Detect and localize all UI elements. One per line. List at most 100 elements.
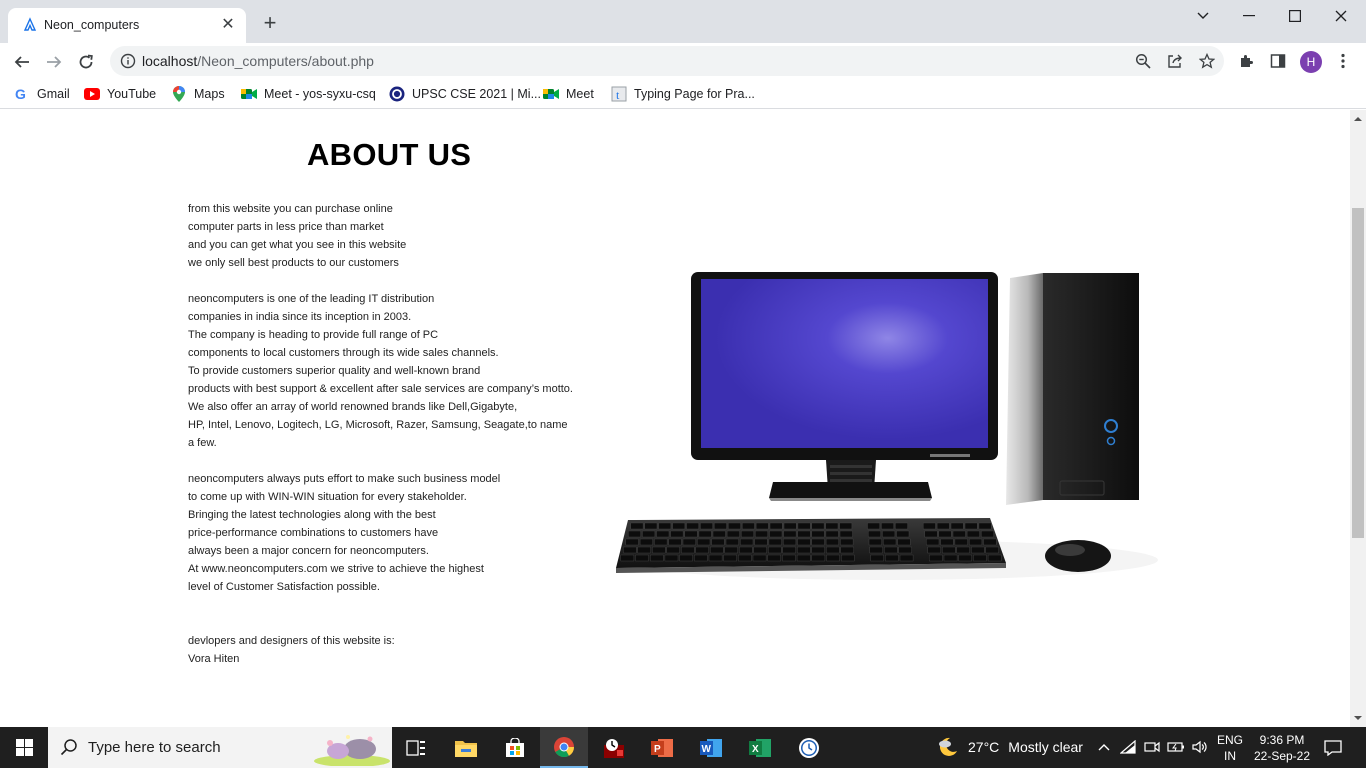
page-scrollbar[interactable] — [1350, 110, 1366, 727]
network-icon[interactable] — [1119, 738, 1137, 756]
start-button[interactable] — [0, 727, 48, 768]
credits-name: Vora Hiten — [188, 653, 240, 665]
svg-text:W: W — [702, 744, 712, 755]
weather-condition: Mostly clear — [1008, 739, 1083, 755]
close-window-button[interactable] — [1318, 0, 1364, 32]
browser-tab[interactable]: Neon_computers ✕ — [8, 8, 246, 43]
app-icon — [604, 738, 624, 758]
meet-icon — [241, 86, 257, 102]
input-language[interactable]: ENG IN — [1216, 732, 1244, 764]
text-line: always been a major concern for neoncomp… — [188, 545, 429, 557]
credits-line: devlopers and designers of this website … — [188, 635, 395, 647]
task-view-button[interactable] — [392, 727, 440, 768]
battery-icon[interactable] — [1167, 738, 1185, 756]
text-line: We also offer an array of world renowned… — [188, 401, 518, 413]
bookmark-upsc[interactable]: UPSC CSE 2021 | Mi... — [389, 85, 541, 103]
volume-icon[interactable] — [1191, 738, 1209, 756]
file-explorer-icon — [455, 740, 477, 757]
address-bar[interactable]: localhost/Neon_computers/about.php — [110, 46, 1224, 76]
svg-text:X: X — [752, 744, 759, 755]
monitor — [691, 272, 998, 501]
word-button[interactable]: W — [687, 727, 735, 768]
task-view-icon — [406, 739, 425, 756]
bookmarks-bar: G Gmail YouTube Maps Meet - yos-syxu-csq… — [0, 79, 1366, 109]
taskbar-search[interactable]: Type here to search — [48, 727, 392, 768]
site-favicon-icon — [23, 17, 37, 31]
region-code: IN — [1224, 749, 1236, 763]
windows-logo-icon — [15, 739, 33, 756]
forward-button[interactable] — [41, 49, 67, 75]
page-viewport: ABOUT US from this website you can purch… — [0, 110, 1350, 727]
url-text[interactable]: localhost/Neon_computers/about.php — [142, 53, 374, 69]
excel-icon: X — [749, 738, 771, 757]
clock-app-button[interactable] — [785, 727, 833, 768]
text-line: and you can get what you see in this web… — [188, 239, 407, 251]
zoom-icon[interactable] — [1134, 52, 1152, 70]
extensions-icon[interactable] — [1236, 51, 1256, 71]
tab-strip: Neon_computers ✕ + — [0, 0, 1366, 43]
svg-text:P: P — [654, 744, 661, 755]
side-panel-icon[interactable] — [1268, 51, 1288, 71]
scroll-thumb[interactable] — [1352, 208, 1364, 538]
desktop-computer-image — [616, 272, 1158, 580]
notifications-button[interactable] — [1322, 737, 1344, 759]
back-button[interactable] — [9, 49, 35, 75]
share-icon[interactable] — [1166, 52, 1184, 70]
text-line: companies in india since its inception i… — [188, 311, 412, 323]
bookmark-label: Meet — [566, 87, 594, 101]
page-title: ABOUT US — [307, 137, 472, 172]
bookmark-star-icon[interactable] — [1198, 52, 1216, 70]
text-line: a few. — [188, 437, 217, 449]
meet-icon — [543, 86, 559, 102]
bookmark-meet-yos[interactable]: Meet - yos-syxu-csq — [241, 85, 376, 103]
chrome-button[interactable] — [540, 727, 588, 768]
reload-button[interactable] — [73, 49, 99, 75]
mouse — [1045, 540, 1111, 572]
profile-avatar[interactable]: H — [1300, 51, 1322, 73]
upsc-icon — [389, 86, 405, 102]
text-line: neoncomputers always puts effort to make… — [188, 473, 501, 485]
weather-widget[interactable]: 27°C Mostly clear — [936, 735, 1083, 759]
new-tab-button[interactable]: + — [258, 12, 282, 36]
url-host: localhost — [142, 53, 198, 69]
store-icon — [506, 737, 524, 757]
text-line: price-performance combinations to custom… — [188, 527, 439, 539]
file-explorer-button[interactable] — [442, 727, 490, 768]
meet-now-icon[interactable] — [1143, 738, 1161, 756]
browser-toolbar: localhost/Neon_computers/about.php H — [0, 43, 1366, 79]
clock-time: 9:36 PM — [1259, 733, 1305, 747]
text-line: from this website you can purchase onlin… — [188, 203, 393, 215]
powerpoint-button[interactable]: P — [638, 727, 686, 768]
scroll-down-icon[interactable] — [1350, 711, 1366, 725]
scroll-up-icon[interactable] — [1350, 112, 1366, 126]
bookmark-maps[interactable]: Maps — [171, 85, 225, 103]
site-info-icon[interactable] — [120, 53, 136, 69]
search-icon — [60, 739, 77, 756]
bookmark-typing[interactable]: t Typing Page for Pra... — [611, 85, 755, 103]
excel-button[interactable]: X — [736, 727, 784, 768]
system-clock[interactable]: 9:36 PM 22-Sep-22 — [1252, 732, 1312, 764]
store-button[interactable] — [491, 727, 539, 768]
text-line: neoncomputers is one of the leading IT d… — [188, 293, 435, 305]
gmail-icon: G — [14, 86, 30, 102]
bookmark-gmail[interactable]: G Gmail — [14, 85, 70, 103]
tower — [1006, 273, 1139, 505]
youtube-icon — [84, 86, 100, 102]
bookmark-label: Typing Page for Pra... — [634, 87, 755, 101]
maximize-button[interactable] — [1272, 0, 1318, 32]
minimize-button[interactable] — [1226, 0, 1272, 32]
clock-date: 22-Sep-22 — [1253, 749, 1311, 763]
bookmark-youtube[interactable]: YouTube — [84, 85, 156, 103]
url-path: /Neon_computers/about.php — [197, 53, 374, 69]
search-highlight-illustration-icon — [314, 735, 390, 766]
tab-close-icon[interactable]: ✕ — [218, 15, 238, 35]
menu-dots-icon[interactable] — [1333, 51, 1353, 71]
taskbar-app-button[interactable] — [590, 727, 638, 768]
tab-title: Neon_computers — [44, 18, 140, 32]
bookmark-meet[interactable]: Meet — [543, 85, 594, 103]
show-hidden-icons-chevron-icon[interactable] — [1095, 738, 1113, 756]
bookmark-label: Gmail — [37, 87, 70, 101]
text-line: To provide customers superior quality an… — [188, 365, 481, 377]
tab-search-chevron-icon[interactable] — [1180, 0, 1226, 32]
text-line: to come up with WIN-WIN situation for ev… — [188, 491, 467, 503]
